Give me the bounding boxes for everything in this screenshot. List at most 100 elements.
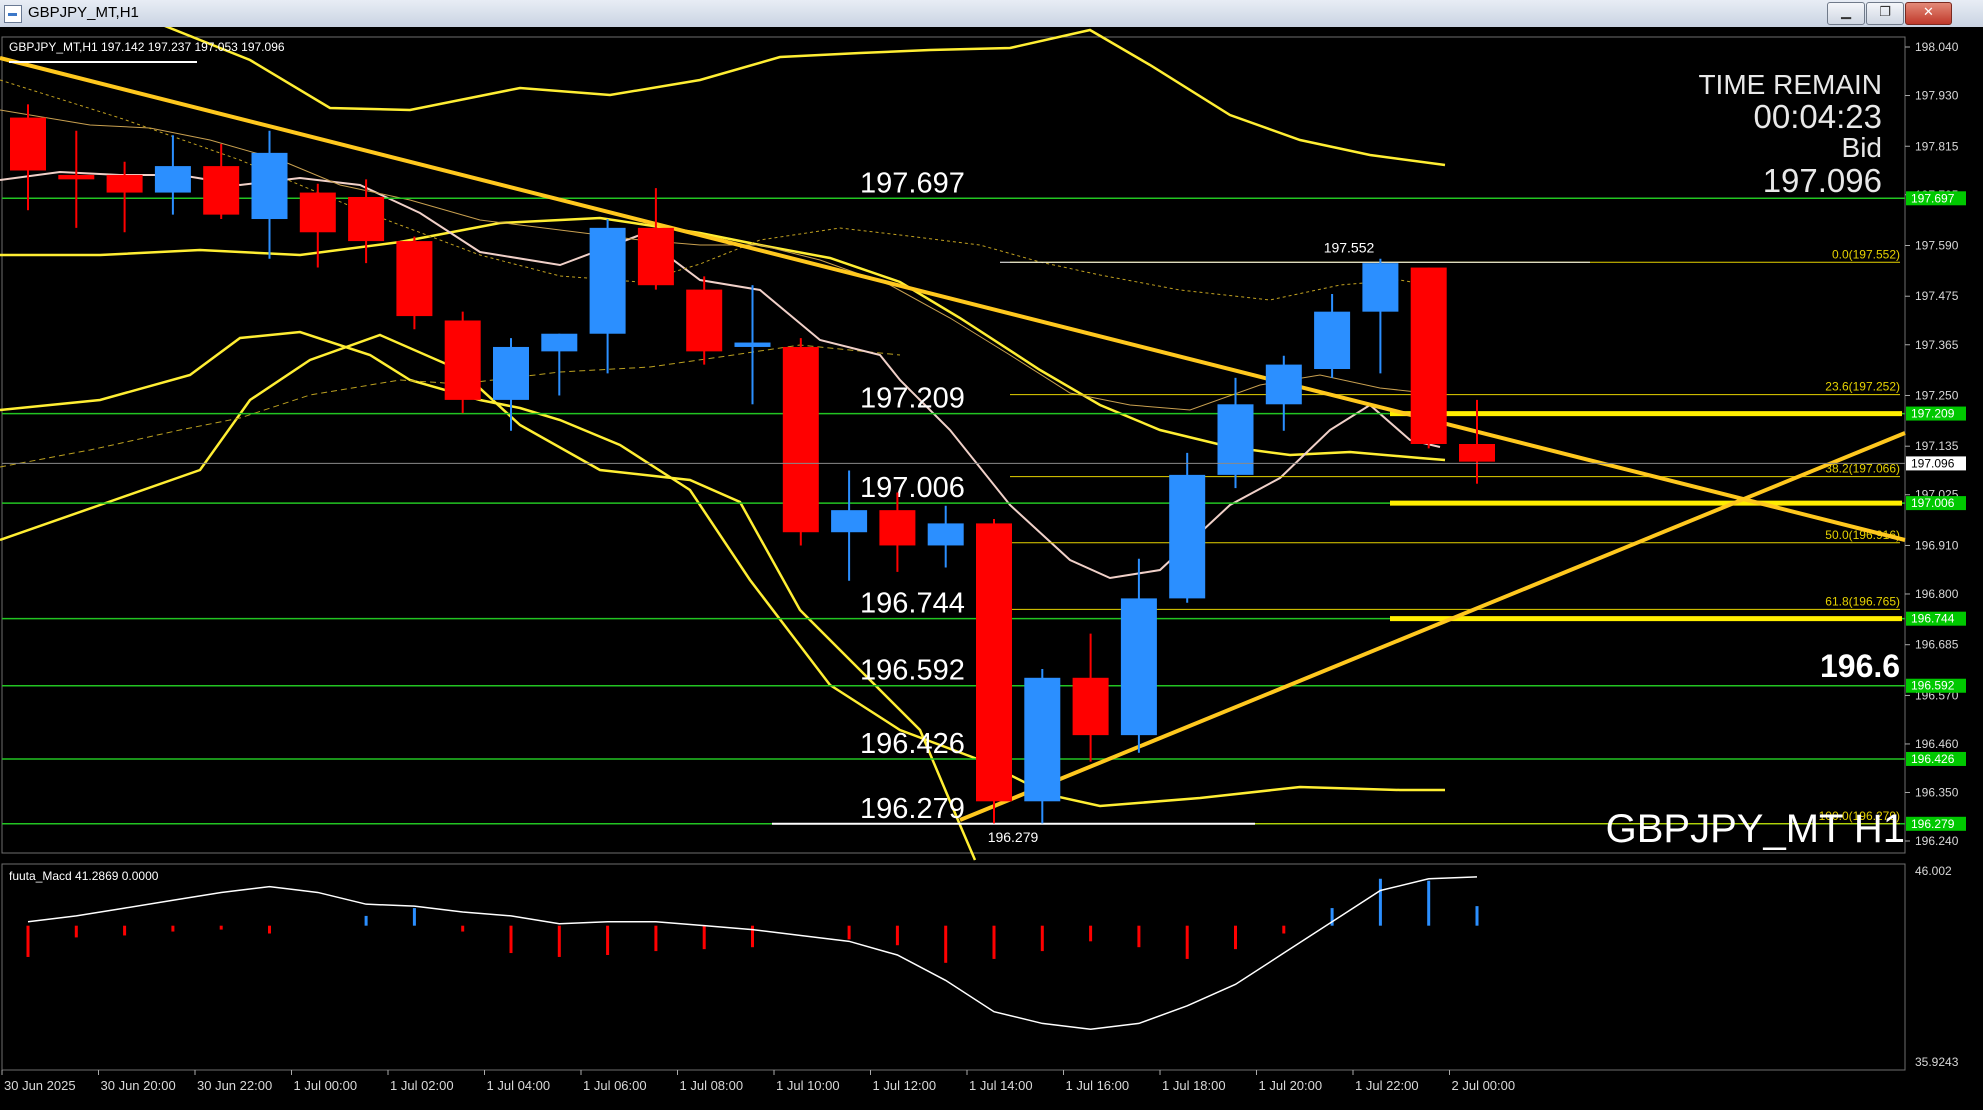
bullish-candle[interactable] bbox=[251, 152, 288, 220]
fibo-level-label: 0.0(197.552) bbox=[1832, 247, 1900, 261]
time-axis-label: 1 Jul 18:00 bbox=[1162, 1078, 1226, 1093]
ascending-trendline bbox=[959, 431, 1906, 822]
time-axis-label: 1 Jul 08:00 bbox=[680, 1078, 744, 1093]
level-price-label: 197.209 bbox=[860, 383, 965, 415]
bearish-candle[interactable] bbox=[10, 117, 46, 171]
time-axis-label: 1 Jul 12:00 bbox=[873, 1078, 937, 1093]
time-axis-label: 1 Jul 22:00 bbox=[1355, 1078, 1419, 1093]
bullish-candle[interactable] bbox=[541, 333, 578, 352]
level-price-label: 196.592 bbox=[860, 655, 965, 687]
bearish-candle[interactable] bbox=[1072, 677, 1109, 736]
level-price-label: 197.697 bbox=[860, 167, 965, 199]
title-bar[interactable]: GBPJPY_MT,H1 ▁ ❐ ✕ bbox=[0, 0, 1983, 28]
moving-average-line bbox=[0, 170, 1441, 580]
price-axis-label: 197.250 bbox=[1915, 388, 1959, 402]
bullish-candle[interactable] bbox=[154, 166, 191, 193]
bearish-candle[interactable] bbox=[879, 510, 916, 546]
time-axis-label: 1 Jul 10:00 bbox=[776, 1078, 840, 1093]
price-axis-label: 196.350 bbox=[1915, 785, 1959, 799]
bid-value: 197.096 bbox=[1762, 162, 1882, 199]
price-axis-label: 196.910 bbox=[1915, 538, 1959, 552]
level-price-tag-text: 197.006 bbox=[1911, 496, 1955, 510]
level-price-label: 196.744 bbox=[860, 588, 965, 620]
price-axis-label: 196.800 bbox=[1915, 587, 1959, 601]
bullish-candle[interactable] bbox=[1362, 263, 1399, 312]
bearish-candle[interactable] bbox=[1459, 444, 1495, 462]
bearish-candle[interactable] bbox=[396, 241, 433, 317]
macd-signal-line bbox=[27, 876, 1478, 1031]
time-axis-label: 2 Jul 00:00 bbox=[1452, 1078, 1516, 1093]
time-axis-label: 1 Jul 02:00 bbox=[390, 1078, 454, 1093]
terminal-window: GBPJPY_MT,H1 ▁ ❐ ✕ 198.040 197.930 197.815… bbox=[0, 0, 1983, 1110]
big-price-text: 196.6 bbox=[1820, 648, 1900, 684]
time-remain-value: 00:04:23 bbox=[1753, 98, 1882, 135]
bullish-candle[interactable] bbox=[831, 510, 868, 533]
level-price-tag-text: 196.744 bbox=[1911, 612, 1955, 626]
bearish-candle[interactable] bbox=[348, 196, 385, 242]
level-price-tag-text: 196.592 bbox=[1911, 679, 1955, 693]
time-axis-label: 30 Jun 2025 bbox=[4, 1078, 76, 1093]
maximize-button[interactable]: ❐ bbox=[1866, 2, 1904, 25]
price-axis-label: 197.930 bbox=[1915, 89, 1959, 103]
price-axis-label: 197.590 bbox=[1915, 239, 1959, 253]
minimize-button[interactable]: ▁ bbox=[1827, 2, 1865, 25]
price-axis-label: 197.365 bbox=[1915, 338, 1959, 352]
window-title: GBPJPY_MT,H1 bbox=[28, 4, 139, 21]
level-price-label: 196.426 bbox=[860, 728, 965, 760]
bullish-candle[interactable] bbox=[1265, 364, 1302, 405]
bearish-candle[interactable] bbox=[299, 192, 336, 233]
macd-frame bbox=[1, 863, 1906, 1071]
price-axis-label: 196.685 bbox=[1915, 638, 1959, 652]
bullish-candle[interactable] bbox=[1217, 404, 1254, 475]
symbol-watermark: GBPJPY_MT H1 bbox=[1605, 807, 1905, 851]
slow-moving-average-line bbox=[0, 109, 1446, 411]
time-axis-label: 30 Jun 22:00 bbox=[197, 1078, 272, 1093]
time-axis-label: 1 Jul 00:00 bbox=[294, 1078, 358, 1093]
macd-caption: fuuta_Macd 41.2869 0.0000 bbox=[9, 869, 159, 883]
bullish-candle[interactable] bbox=[589, 227, 626, 334]
time-axis-label: 1 Jul 04:00 bbox=[487, 1078, 551, 1093]
level-price-tag-text: 197.209 bbox=[1911, 407, 1955, 421]
bullish-candle[interactable] bbox=[1314, 311, 1351, 370]
bullish-candle[interactable] bbox=[927, 523, 964, 546]
bearish-candle[interactable] bbox=[686, 289, 723, 352]
bearish-candle[interactable] bbox=[1410, 267, 1447, 444]
level-price-label: 196.279 bbox=[860, 793, 965, 825]
bearish-candle[interactable] bbox=[444, 320, 481, 400]
level-price-tag-text: 196.426 bbox=[1911, 752, 1955, 766]
bearish-candle[interactable] bbox=[58, 174, 95, 180]
price-axis-label: 198.040 bbox=[1915, 40, 1959, 54]
level-price-tag-text: 197.697 bbox=[1911, 191, 1955, 205]
time-axis-label: 1 Jul 20:00 bbox=[1259, 1078, 1323, 1093]
bullish-candle[interactable] bbox=[734, 342, 771, 347]
time-remain-panel: TIME REMAIN 00:04:23 Bid 197.096 bbox=[1600, 70, 1882, 200]
bearish-candle[interactable] bbox=[782, 346, 819, 533]
time-axis-label: 1 Jul 06:00 bbox=[583, 1078, 647, 1093]
time-axis-label: 30 Jun 20:00 bbox=[101, 1078, 176, 1093]
time-axis-label: 1 Jul 14:00 bbox=[969, 1078, 1033, 1093]
bearish-candle[interactable] bbox=[203, 166, 240, 215]
price-axis-label: 196.460 bbox=[1915, 737, 1959, 751]
bullish-candle[interactable] bbox=[1120, 598, 1157, 736]
chart-caption: GBPJPY_MT,H1 197.142 197.237 197.053 197… bbox=[9, 40, 285, 54]
fibo-level-label: 61.8(196.765) bbox=[1825, 594, 1900, 608]
close-button[interactable]: ✕ bbox=[1905, 2, 1952, 25]
bid-label: Bid bbox=[1841, 132, 1882, 163]
session-high-label: 197.552 bbox=[1324, 239, 1375, 255]
bullish-candle[interactable] bbox=[493, 346, 529, 400]
bearish-candle[interactable] bbox=[106, 174, 143, 193]
price-axis-label: 196.240 bbox=[1915, 834, 1959, 848]
fibo-level-label: 23.6(197.252) bbox=[1825, 380, 1900, 394]
bearish-candle[interactable] bbox=[976, 523, 1012, 802]
macd-axis-label: 46.002 bbox=[1915, 864, 1952, 878]
price-axis-label: 197.135 bbox=[1915, 439, 1959, 453]
bearish-candle[interactable] bbox=[637, 227, 674, 286]
current-price-tag-text: 197.096 bbox=[1911, 456, 1955, 470]
bullish-candle[interactable] bbox=[1024, 677, 1061, 802]
price-axis-label: 197.475 bbox=[1915, 289, 1959, 303]
caption-underline bbox=[9, 61, 197, 63]
macd-axis-label: 35.9243 bbox=[1915, 1055, 1959, 1069]
time-axis-label: 1 Jul 16:00 bbox=[1066, 1078, 1130, 1093]
session-low-label: 196.279 bbox=[988, 829, 1039, 845]
bullish-candle[interactable] bbox=[1169, 474, 1206, 599]
